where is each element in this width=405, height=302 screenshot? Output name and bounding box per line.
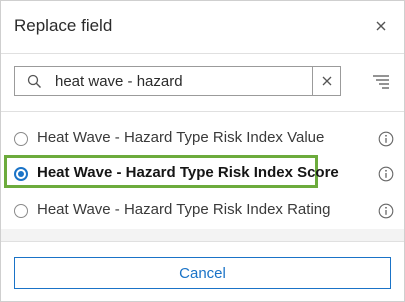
field-option-label: Heat Wave - Hazard Type Risk Index Value — [37, 129, 325, 146]
search-input[interactable] — [55, 69, 295, 93]
field-list: Heat Wave - Hazard Type Risk Index Value… — [1, 112, 404, 228]
replace-field-dialog: Replace field heat wave - hazard Heat Wa… — [0, 0, 405, 302]
info-icon[interactable] — [378, 131, 394, 147]
clear-search-button[interactable] — [312, 67, 340, 95]
dialog-footer: Cancel — [1, 241, 404, 302]
field-option-selected[interactable]: Heat Wave - Hazard Type Risk Index Score — [1, 155, 404, 191]
search-box[interactable] — [14, 66, 341, 96]
radio-button-selected[interactable] — [14, 167, 28, 181]
cancel-button[interactable]: Cancel — [14, 257, 391, 289]
field-option[interactable]: Heat Wave - Hazard Type Risk Index Value — [1, 120, 404, 156]
dialog-title: Replace field — [14, 16, 113, 35]
filter-list-icon[interactable] — [372, 74, 390, 90]
field-option-label: Heat Wave - Hazard Type Risk Index Score — [37, 164, 339, 181]
radio-button[interactable] — [14, 204, 28, 218]
field-option-label: Heat Wave - Hazard Type Risk Index Ratin… — [37, 201, 331, 218]
info-icon[interactable] — [378, 203, 394, 219]
dialog-header: Replace field — [1, 1, 404, 54]
radio-button[interactable] — [14, 132, 28, 146]
search-row — [1, 54, 404, 112]
list-spacer — [1, 229, 404, 241]
info-icon[interactable] — [378, 166, 394, 182]
search-icon — [27, 74, 42, 89]
field-option[interactable]: Heat Wave - Hazard Type Risk Index Ratin… — [1, 192, 404, 228]
close-icon[interactable] — [372, 17, 390, 35]
clear-x-icon — [322, 76, 332, 86]
